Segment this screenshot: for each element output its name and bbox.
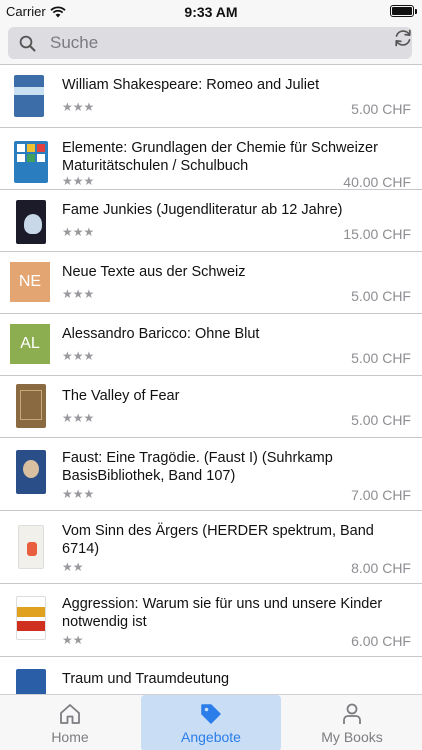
refresh-icon[interactable] [392, 27, 414, 49]
rating-stars: ★★★ [62, 487, 95, 501]
status-bar: Carrier 9:33 AM [0, 0, 422, 22]
search-icon [18, 34, 36, 52]
search-header [0, 22, 422, 64]
search-input[interactable] [50, 33, 350, 53]
book-title: Fame Junkies (Jugendliteratur ab 12 Jahr… [62, 202, 343, 218]
book-cover [16, 384, 46, 428]
book-title: Traum und Traumdeutung [62, 671, 230, 687]
tab-home[interactable]: Home [0, 695, 140, 750]
book-title: Vom Sinn des Ärgers (HERDER spektrum, Ba… [62, 523, 374, 557]
book-row[interactable]: Fame Junkies (Jugendliteratur ab 12 Jahr… [0, 190, 422, 252]
search-bar[interactable] [8, 27, 412, 59]
book-initials-avatar: AL [10, 324, 50, 364]
book-title: William Shakespeare: Romeo and Juliet [62, 77, 320, 93]
tab-angebote-label: Angebote [181, 729, 241, 745]
book-cover [18, 525, 44, 569]
book-title: Alessandro Baricco: Ohne Blut [62, 326, 260, 342]
book-row[interactable]: Traum und Traumdeutung [0, 657, 422, 694]
book-cover [16, 200, 46, 244]
rating-stars: ★★★ [62, 349, 95, 363]
rating-stars: ★★ [62, 633, 84, 647]
book-row[interactable]: Aggression: Warum sie für uns und unsere… [0, 584, 422, 657]
book-row[interactable]: Faust: Eine Tragödie. (Faust I) (Suhrkam… [0, 438, 422, 511]
rating-stars: ★★★ [62, 287, 95, 301]
tag-icon [201, 704, 221, 724]
book-row[interactable]: AL Alessandro Baricco: Ohne Blut ★★★ 5.0… [0, 314, 422, 376]
book-cover [16, 450, 46, 494]
rating-stars: ★★★ [62, 174, 95, 188]
book-row[interactable]: William Shakespeare: Romeo and Juliet ★★… [0, 65, 422, 128]
book-price: 6.00 CHF [351, 633, 411, 649]
rating-stars: ★★★ [62, 100, 95, 114]
book-cover [14, 141, 48, 183]
book-cover [14, 75, 44, 117]
book-title: Aggression: Warum sie für uns und unsere… [62, 596, 383, 630]
tab-my-books-label: My Books [321, 729, 383, 745]
book-title: Elemente: Grundlagen der Chemie für Schw… [62, 140, 378, 174]
tab-home-label: Home [51, 729, 89, 745]
book-row[interactable]: The Valley of Fear ★★★ 5.00 CHF [0, 376, 422, 438]
battery-icon [390, 5, 417, 17]
rating-stars: ★★★ [62, 225, 95, 239]
book-row[interactable]: NE Neue Texte aus der Schweiz ★★★ 5.00 C… [0, 252, 422, 314]
book-title: Neue Texte aus der Schweiz [62, 264, 246, 280]
book-list[interactable]: William Shakespeare: Romeo and Juliet ★★… [0, 64, 422, 694]
book-price: 7.00 CHF [351, 487, 411, 503]
book-price: 5.00 CHF [351, 288, 411, 304]
book-price: 15.00 CHF [343, 226, 411, 242]
book-row[interactable]: Elemente: Grundlagen der Chemie für Schw… [0, 128, 422, 190]
rating-stars: ★★ [62, 560, 84, 574]
book-title: The Valley of Fear [62, 388, 180, 404]
tab-bar: Home Angebote My Books [0, 694, 422, 750]
home-icon [60, 704, 80, 724]
book-price: 5.00 CHF [351, 412, 411, 428]
book-row[interactable]: Vom Sinn des Ärgers (HERDER spektrum, Ba… [0, 511, 422, 584]
person-icon [343, 703, 361, 724]
book-price: 5.00 CHF [351, 350, 411, 366]
rating-stars: ★★★ [62, 411, 95, 425]
book-title: Faust: Eine Tragödie. (Faust I) (Suhrkam… [62, 450, 333, 484]
status-time: 9:33 AM [184, 4, 238, 20]
book-initials-avatar: NE [10, 262, 50, 302]
book-price: 5.00 CHF [351, 101, 411, 117]
book-cover [16, 596, 46, 640]
tab-angebote[interactable]: Angebote [141, 695, 281, 750]
tab-my-books[interactable]: My Books [282, 695, 422, 750]
book-price: 8.00 CHF [351, 560, 411, 576]
book-price: 40.00 CHF [343, 174, 411, 190]
book-cover [16, 669, 46, 694]
